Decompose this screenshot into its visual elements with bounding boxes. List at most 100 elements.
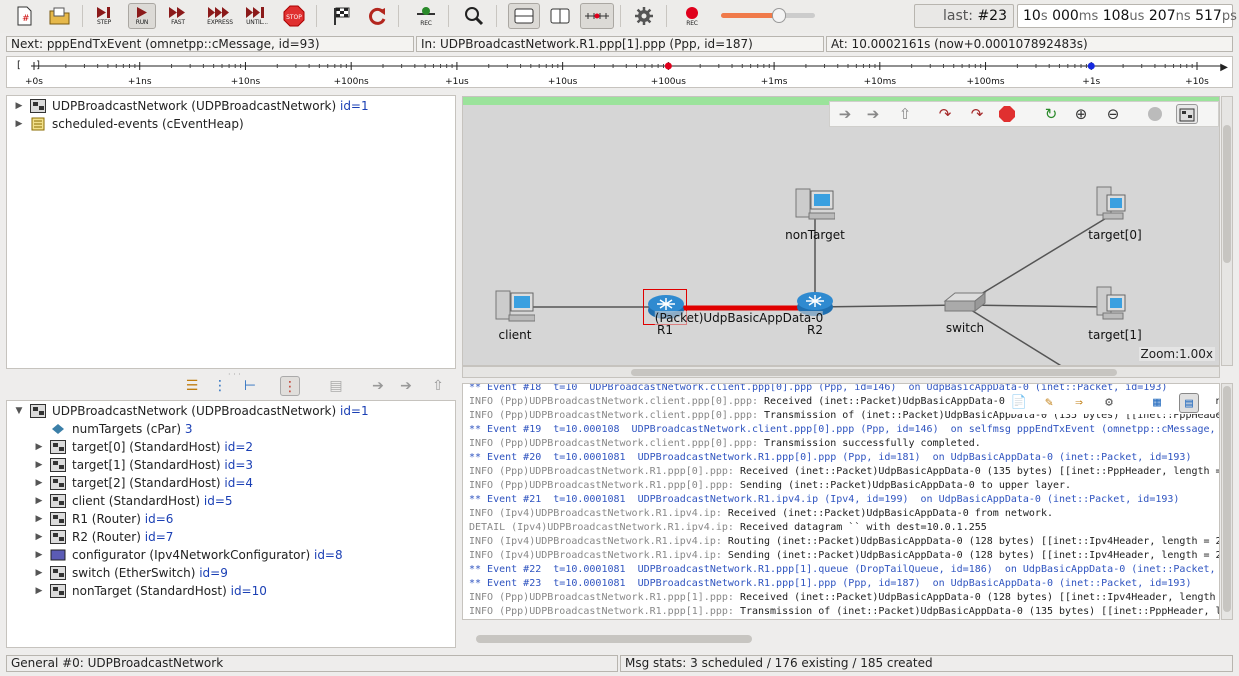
- inspector-child-label: R2 (Router): [72, 530, 141, 544]
- param-icon: [50, 422, 66, 436]
- expand-arrow-icon[interactable]: ▶: [33, 474, 45, 492]
- canvas-relayout-icon[interactable]: ↷: [934, 104, 956, 124]
- inspector-child-row[interactable]: numTargets (cPar) 3: [7, 420, 447, 438]
- network-canvas[interactable]: ➔ ➔ ⇧ ↷ ↷ ↻ ⊕ ⊖ client R1 R2 (Packet)Udp…: [462, 96, 1220, 366]
- log-messages-mode-icon[interactable]: ▦: [1147, 393, 1167, 413]
- canvas-horizontal-scrollbar[interactable]: [462, 366, 1220, 378]
- switch-node[interactable]: [943, 291, 987, 318]
- group-mode-icon[interactable]: ⋮: [280, 376, 300, 396]
- expand-arrow-icon[interactable]: ▶: [33, 564, 45, 582]
- load-config-icon[interactable]: [46, 3, 74, 29]
- expand-arrow-icon[interactable]: ▶: [33, 510, 45, 528]
- target1-label: target[1]: [1088, 328, 1142, 342]
- timeline-tick-label: +10ms: [863, 77, 897, 87]
- packet-label[interactable]: (Packet)UdpBasicAppData-0: [654, 311, 824, 325]
- time-seconds-unit: s: [1040, 9, 1048, 24]
- canvas-dot-icon[interactable]: [1144, 104, 1166, 124]
- inspector-child-row[interactable]: ▶ R2 (Router) id=7: [7, 528, 447, 546]
- canvas-forward-icon[interactable]: ➔: [862, 104, 884, 124]
- preferences-gear-icon[interactable]: [630, 3, 658, 29]
- svg-text:#: #: [22, 14, 30, 24]
- fast-button[interactable]: FAST: [164, 3, 192, 29]
- expand-arrow-icon[interactable]: ▶: [13, 115, 25, 133]
- inspector-child-row[interactable]: ▶ client (StandardHost) id=5: [7, 492, 447, 510]
- log-toolbar: 📄 ✎ ⇒ ⚙ ▦ ▤: [1007, 392, 1215, 414]
- log-find-icon[interactable]: ✎: [1039, 393, 1059, 413]
- step-button[interactable]: STEP: [90, 3, 118, 29]
- rebuild-network-icon[interactable]: [364, 3, 392, 29]
- log-lines-mode-icon[interactable]: ▤: [1179, 393, 1199, 413]
- timeline-toggle-button[interactable]: [580, 3, 614, 29]
- timeline-tick-label: +1s: [1082, 77, 1101, 87]
- host-icon: [1096, 186, 1126, 220]
- inspector-child-row[interactable]: ▶ nonTarget (StandardHost) id=10: [7, 582, 447, 600]
- expand-arrow-icon[interactable]: ▶: [33, 546, 45, 564]
- canvas-back-icon[interactable]: ➔: [834, 104, 856, 124]
- canvas-stop-icon[interactable]: [996, 104, 1018, 124]
- inspector-root-row[interactable]: ▼ UDPBroadcastNetwork (UDPBroadcastNetwo…: [7, 402, 447, 420]
- event-log[interactable]: ** Event #18 t=10 UDPBroadcastNetwork.cl…: [462, 383, 1220, 620]
- target1-node[interactable]: [1093, 285, 1129, 326]
- zoom-in-icon[interactable]: ⊕: [1070, 104, 1092, 124]
- expand-arrow-icon[interactable]: ▶: [33, 438, 45, 456]
- expand-arrow-icon[interactable]: ▶: [33, 582, 45, 600]
- stop-button[interactable]: STOP: [280, 3, 308, 29]
- log-copy-icon[interactable]: 📄: [1009, 393, 1029, 413]
- animation-speed-slider[interactable]: [721, 8, 815, 23]
- log-horizontal-scrollbar[interactable]: [462, 621, 1220, 647]
- canvas-relayout2-icon[interactable]: ↷: [966, 104, 988, 124]
- log-info-line: INFO (Ipv4)UDPBroadcastNetwork.R1.ipv4.i…: [469, 535, 1219, 549]
- up-arrow-icon[interactable]: ⇧: [428, 376, 448, 396]
- timeline-event-marker[interactable]: [664, 62, 672, 70]
- object-tree-row[interactable]: ▶ UDPBroadcastNetwork (UDPBroadcastNetwo…: [7, 97, 447, 115]
- canvas-vertical-scrollbar[interactable]: [1221, 96, 1233, 366]
- inspector-child-id: id=3: [224, 458, 254, 472]
- object-tree-panel: ▶ UDPBroadcastNetwork (UDPBroadcastNetwo…: [6, 95, 456, 369]
- canvas-refresh-icon[interactable]: ↻: [1040, 104, 1062, 124]
- finish-flag-icon[interactable]: [328, 3, 356, 29]
- inspector-child-row[interactable]: ▶ target[0] (StandardHost) id=2: [7, 438, 447, 456]
- inspector-child-row[interactable]: ▶ switch (EtherSwitch) id=9: [7, 564, 447, 582]
- object-tree-row[interactable]: ▶ scheduled-events (cEventHeap): [7, 115, 447, 133]
- timeline-event-marker[interactable]: [1087, 62, 1095, 70]
- canvas-up-icon[interactable]: ⇧: [894, 104, 916, 124]
- record-event-log-button[interactable]: REC: [412, 3, 440, 29]
- inspector-child-row[interactable]: ▶ target[1] (StandardHost) id=3: [7, 456, 447, 474]
- client-node[interactable]: [495, 287, 536, 328]
- expand-arrow-icon[interactable]: ▶: [33, 456, 45, 474]
- timeline[interactable]: [ ] +0s +1ns +10ns +100ns +1us +10us +100us +1m…: [6, 56, 1233, 88]
- canvas-mode-icon[interactable]: [1176, 104, 1198, 124]
- log-filter-icon[interactable]: ⇒: [1069, 393, 1089, 413]
- zoom-out-icon[interactable]: ⊖: [1102, 104, 1124, 124]
- nonTarget-node[interactable]: [795, 185, 836, 226]
- run-until-button[interactable]: UNTIL...: [242, 3, 272, 29]
- back-arrow-icon[interactable]: ➔: [368, 376, 388, 396]
- inheritance-mode-icon[interactable]: ⊢: [240, 376, 260, 396]
- expand-arrow-icon[interactable]: ▶: [33, 528, 45, 546]
- target0-node[interactable]: [1093, 185, 1129, 226]
- horizontal-layout-button[interactable]: [508, 3, 540, 29]
- children-mode-icon[interactable]: ⋮: [210, 376, 230, 396]
- inspector-child-label: numTargets (cPar): [72, 422, 182, 436]
- event-heap-icon: [30, 117, 46, 131]
- expand-arrow-icon[interactable]: ▶: [13, 97, 25, 115]
- timeline-tick-label: +100ns: [333, 77, 369, 87]
- inspector-child-row[interactable]: ▶ target[2] (StandardHost) id=4: [7, 474, 447, 492]
- run-button[interactable]: RUN: [128, 3, 156, 29]
- express-button[interactable]: EXPRESS: [204, 3, 236, 29]
- inspector-child-row[interactable]: ▶ R1 (Router) id=6: [7, 510, 447, 528]
- flat-mode-icon[interactable]: ▤: [326, 376, 346, 396]
- expand-arrow-icon[interactable]: ▶: [33, 492, 45, 510]
- inspector-child-row[interactable]: ▶ configurator (Ipv4NetworkConfigurator)…: [7, 546, 447, 564]
- host-icon: [1096, 286, 1126, 320]
- tree-mode-icon[interactable]: ☰: [182, 376, 202, 396]
- log-settings-gear-icon[interactable]: ⚙: [1099, 393, 1119, 413]
- new-network-icon[interactable]: #: [10, 3, 38, 29]
- record-video-button[interactable]: REC: [678, 3, 706, 29]
- find-objects-icon[interactable]: [460, 3, 488, 29]
- forward-arrow-icon[interactable]: ➔: [396, 376, 416, 396]
- log-info-line: INFO (Ipv4)UDPBroadcastNetwork.R1.ipv4.i…: [469, 507, 1053, 521]
- vertical-layout-button[interactable]: [544, 3, 576, 29]
- collapse-arrow-icon[interactable]: ▼: [13, 402, 25, 420]
- log-vertical-scrollbar[interactable]: [1221, 383, 1233, 620]
